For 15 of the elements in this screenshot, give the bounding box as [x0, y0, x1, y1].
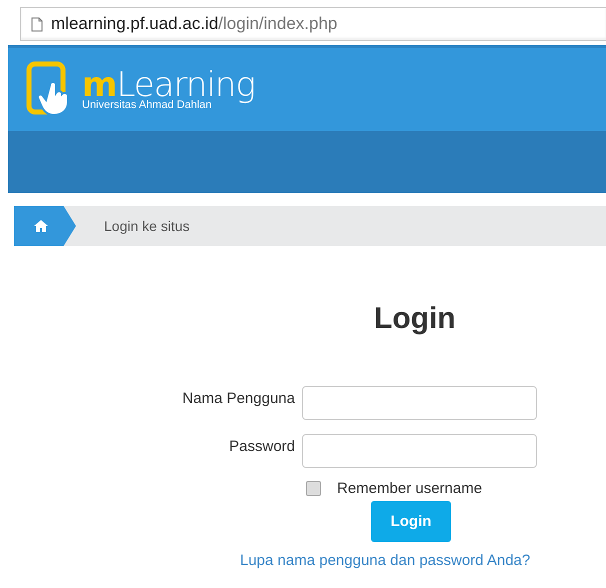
remember-label: Remember username	[337, 480, 482, 497]
input-field[interactable]	[302, 386, 537, 420]
input-field[interactable]	[302, 434, 537, 468]
field-label: Nama Pengguna	[181, 389, 296, 407]
field-label: Password	[228, 437, 296, 455]
forgot-password-link[interactable]: Lupa nama pengguna dan password Anda?	[240, 552, 530, 569]
address-bar[interactable]: mlearning.pf.uad.ac.id/login/index.php	[20, 7, 606, 41]
page-icon	[31, 16, 43, 32]
login-heading: Login	[374, 302, 457, 336]
remember-checkbox[interactable]	[306, 481, 321, 496]
home-link[interactable]	[14, 206, 76, 246]
home-icon	[34, 220, 48, 232]
url-text: mlearning.pf.uad.ac.id/login/index.php	[51, 14, 338, 34]
logo-title: mLearning	[82, 68, 255, 102]
breadcrumb-item[interactable]: Login ke situs	[104, 218, 190, 234]
